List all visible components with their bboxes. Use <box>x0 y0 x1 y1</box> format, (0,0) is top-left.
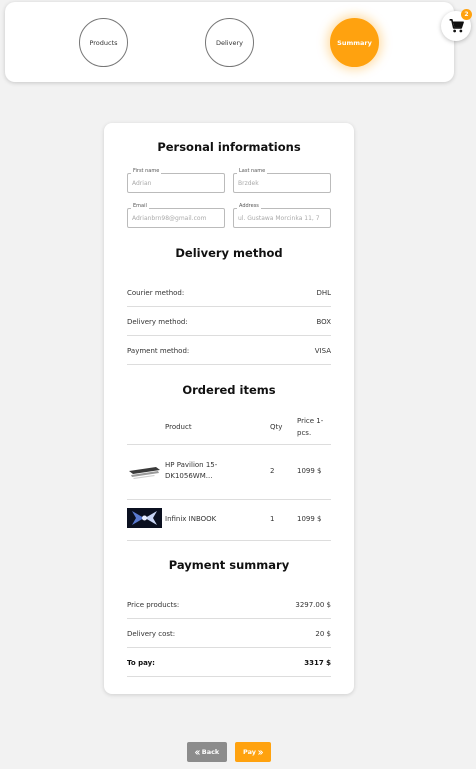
personal-info-title: Personal informations <box>157 140 301 154</box>
cart-count-badge: 2 <box>461 9 472 20</box>
col-header-product: Product <box>165 423 192 431</box>
payment-method-value: VISA <box>314 347 331 355</box>
step-summary[interactable]: Summary <box>330 18 379 67</box>
product-thumbnail <box>127 508 162 528</box>
last-name-value: Brzdek <box>238 180 259 187</box>
cart-button[interactable]: 2 <box>441 9 472 41</box>
total-label: To pay: <box>127 659 155 667</box>
address-label: Address <box>237 203 261 209</box>
total-value: 3317 $ <box>304 659 331 667</box>
col-header-qty: Qty <box>270 423 283 431</box>
item-qty: 1 <box>270 515 275 523</box>
last-name-field[interactable]: Last name Brzdek <box>233 168 331 193</box>
step-delivery-label: Delivery <box>216 38 243 47</box>
email-label: Email <box>131 203 149 209</box>
price-products-label: Price products: <box>127 601 180 609</box>
cart-icon <box>449 19 464 33</box>
delivery-cost-label: Delivery cost: <box>127 630 176 638</box>
back-button-label: Back <box>201 748 220 756</box>
product-thumbnail <box>127 463 162 483</box>
payment-method-label: Payment method: <box>127 347 190 355</box>
double-chevron-left-icon <box>194 749 200 755</box>
item-name: HP Pavilion 15-DK1056WM... <box>165 461 218 480</box>
checkout-stepper: Products Delivery Summary <box>5 2 454 82</box>
email-field[interactable]: Email Adrianbrn98@gmail.com <box>127 203 225 228</box>
price-products-row: Price products: 3297.00 $ <box>127 590 331 619</box>
item-name: Infinix INBOOK <box>165 515 217 523</box>
table-divider <box>127 444 331 445</box>
payment-method-row: Payment method: VISA <box>127 336 331 365</box>
delivery-method-row: Delivery method: BOX <box>127 307 331 336</box>
step-products[interactable]: Products <box>79 18 128 67</box>
step-products-label: Products <box>89 38 118 47</box>
item-qty: 2 <box>270 467 275 475</box>
courier-method-row: Courier method: DHL <box>127 278 331 307</box>
total-row: To pay: 3317 $ <box>127 648 331 677</box>
pay-button[interactable]: Pay <box>235 742 271 762</box>
courier-method-label: Courier method: <box>127 289 185 297</box>
pay-button-label: Pay <box>242 748 256 756</box>
delivery-method-value: BOX <box>316 318 331 326</box>
back-button[interactable]: Back <box>187 742 227 762</box>
address-field[interactable]: Address ul. Gustawa Morcinka 11, 7 <box>233 203 331 228</box>
table-divider <box>127 540 331 541</box>
address-value: ul. Gustawa Morcinka 11, 7 <box>238 215 320 222</box>
item-price: 1099 $ <box>297 467 322 475</box>
delivery-cost-row: Delivery cost: 20 $ <box>127 619 331 648</box>
last-name-label: Last name <box>237 168 268 174</box>
payment-summary-title: Payment summary <box>168 558 290 572</box>
delivery-method-label: Delivery method: <box>127 318 188 326</box>
summary-card: Personal informations First name Adrian … <box>104 123 354 694</box>
first-name-label: First name <box>131 168 162 174</box>
step-summary-label: Summary <box>337 38 372 47</box>
ordered-items-title: Ordered items <box>182 383 276 397</box>
delivery-method-title: Delivery method <box>175 246 283 260</box>
delivery-cost-value: 20 $ <box>315 630 331 638</box>
item-price: 1099 $ <box>297 515 322 523</box>
price-products-value: 3297.00 $ <box>295 601 331 609</box>
table-divider <box>127 499 331 500</box>
first-name-field[interactable]: First name Adrian <box>127 168 225 193</box>
double-chevron-right-icon <box>258 749 263 755</box>
col-header-price: Price 1-pcs. <box>297 417 324 437</box>
email-value: Adrianbrn98@gmail.com <box>132 215 207 222</box>
courier-method-value: DHL <box>316 289 331 297</box>
step-delivery[interactable]: Delivery <box>205 18 254 67</box>
first-name-value: Adrian <box>132 180 152 187</box>
